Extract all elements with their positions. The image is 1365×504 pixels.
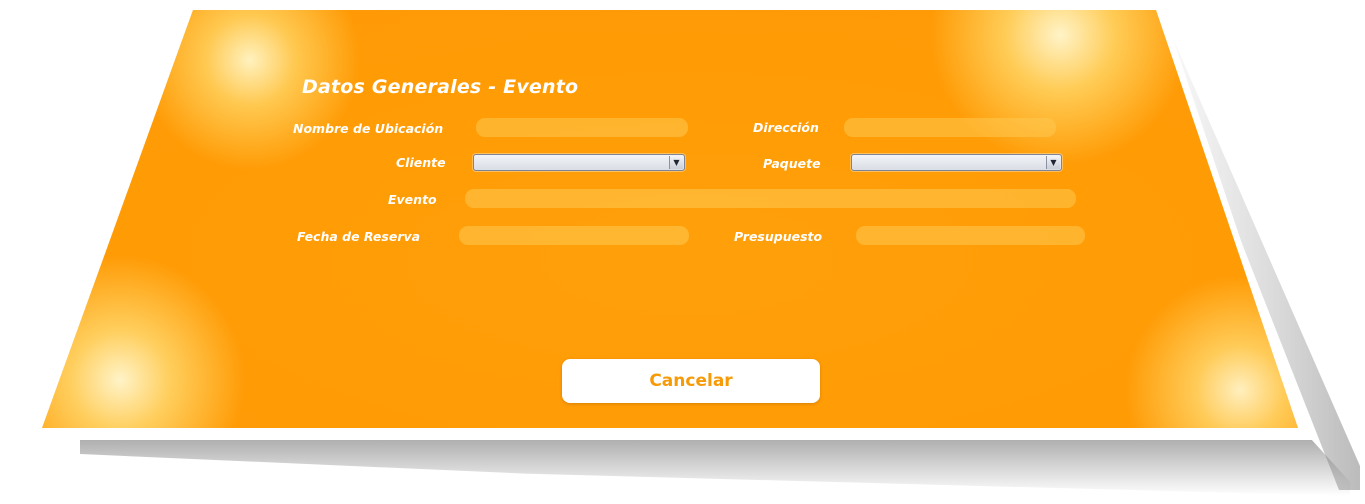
paquete-select[interactable]: ▼: [851, 154, 1062, 171]
label-cliente: Cliente: [396, 155, 446, 170]
label-presupuesto: Presupuesto: [734, 229, 823, 244]
card-shadow-bottom: [80, 440, 1350, 496]
chevron-down-icon[interactable]: ▼: [669, 156, 683, 169]
fecha-reserva-input[interactable]: [459, 226, 689, 245]
label-fecha-reserva: Fecha de Reserva: [297, 229, 421, 244]
label-evento: Evento: [388, 192, 437, 207]
chevron-down-icon[interactable]: ▼: [1046, 156, 1060, 169]
label-paquete: Paquete: [763, 156, 821, 171]
presupuesto-input[interactable]: [856, 226, 1085, 245]
label-direccion: Dirección: [753, 120, 819, 135]
form-title: Datos Generales - Evento: [302, 76, 579, 98]
evento-input[interactable]: [465, 189, 1076, 208]
nombre-ubicacion-input[interactable]: [476, 118, 688, 137]
direccion-input[interactable]: [844, 118, 1056, 137]
cliente-select[interactable]: ▼: [473, 154, 685, 171]
label-nombre-ubicacion: Nombre de Ubicación: [293, 121, 444, 136]
cancel-button[interactable]: Cancelar: [562, 359, 820, 403]
